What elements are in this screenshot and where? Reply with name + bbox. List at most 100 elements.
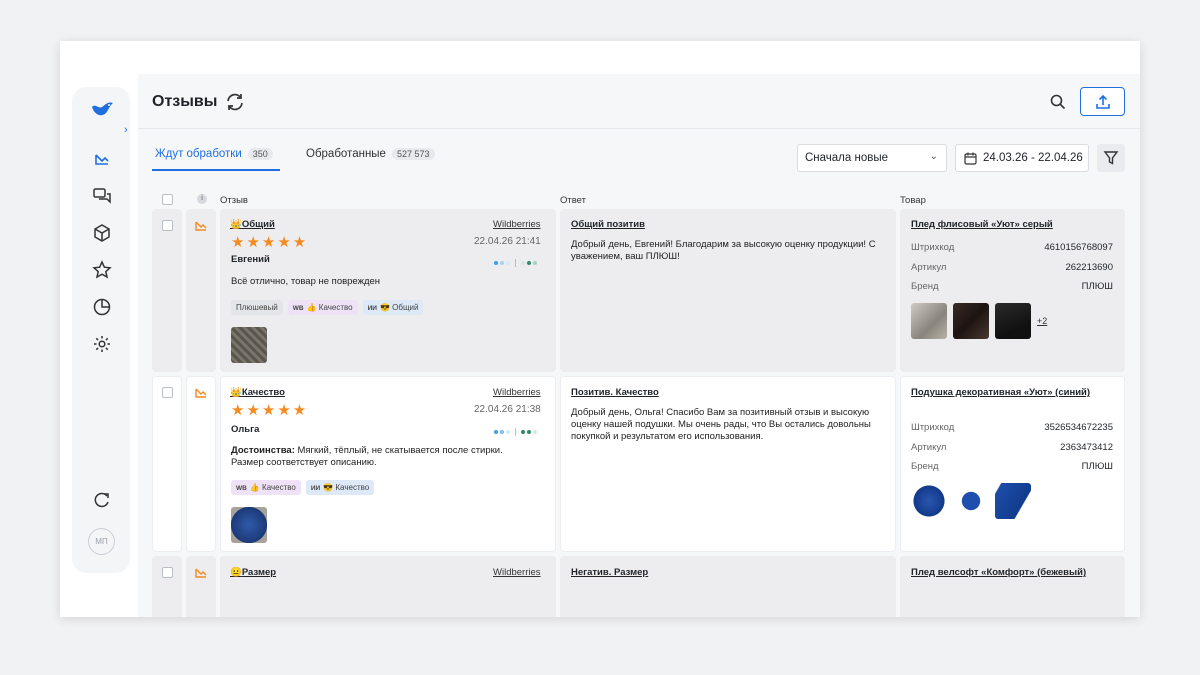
date-range-value: 24.03.26 - 22.04.26 xyxy=(983,152,1083,164)
brand-label: Бренд xyxy=(911,461,939,472)
tab-pending[interactable]: Ждут обработки 350 xyxy=(155,148,273,160)
row-checkbox-cell xyxy=(152,556,182,617)
product-image[interactable] xyxy=(911,303,947,339)
info-icon[interactable]: i xyxy=(197,194,207,204)
crown-icon: 👑 xyxy=(230,219,242,230)
tag[interactable]: WB 👍 Качество xyxy=(287,300,358,315)
row-checkbox-cell xyxy=(152,376,182,552)
review-category-link[interactable]: 👑Общий xyxy=(230,219,275,230)
marketplace-link[interactable]: Wildberries xyxy=(493,567,541,578)
column-header-product[interactable]: Товар xyxy=(900,195,926,206)
answer-title[interactable]: Общий позитив xyxy=(571,219,645,230)
box-icon[interactable] xyxy=(91,222,113,244)
product-image[interactable] xyxy=(911,483,947,519)
status-dots xyxy=(494,428,537,436)
row-status-cell xyxy=(186,209,216,372)
review-date: 22.04.26 21:41 xyxy=(474,236,541,247)
tab-processed-label: Обработанные xyxy=(306,148,386,160)
answer-text[interactable]: Добрый день, Ольга! Спасибо Вам за позит… xyxy=(571,407,889,443)
row-checkbox[interactable] xyxy=(162,220,173,231)
tab-processed-count: 527 573 xyxy=(391,148,435,160)
tag[interactable]: WB 👍 Качество xyxy=(231,480,301,495)
product-image[interactable] xyxy=(953,303,989,339)
active-tab-indicator xyxy=(152,169,280,171)
sync-icon[interactable] xyxy=(91,489,113,511)
search-icon[interactable] xyxy=(1049,93,1067,111)
brand-value: ПЛЮШ xyxy=(1081,461,1113,472)
review-date: 22.04.26 21:38 xyxy=(474,404,541,415)
marketplace-link[interactable]: Wildberries xyxy=(493,387,541,398)
review-category-link[interactable]: 👑Качество xyxy=(230,387,285,398)
crown-icon: 👑 xyxy=(230,387,242,398)
answer-text[interactable]: Добрый день, Евгений! Благодарим за высо… xyxy=(571,239,889,263)
refresh-icon[interactable] xyxy=(224,91,246,113)
review-category-link[interactable]: 😐Размер xyxy=(230,567,276,578)
tag[interactable]: Плюшевый xyxy=(231,300,283,315)
product-title[interactable]: Плед флисовый «Уют» серый xyxy=(911,219,1091,231)
sidebar: › МП xyxy=(72,87,130,573)
tag-label: 👍 Качество xyxy=(306,303,353,312)
article-value: 2363473412 xyxy=(1060,442,1113,453)
filter-icon xyxy=(1103,151,1119,165)
tab-processed[interactable]: Обработанные 527 573 xyxy=(306,148,435,160)
tag-prefix: ИИ xyxy=(310,485,321,492)
tab-pending-label: Ждут обработки xyxy=(155,148,242,160)
crown-icon: 😐 xyxy=(230,567,242,578)
status-dots xyxy=(494,259,537,267)
calendar-icon xyxy=(964,152,977,165)
tag[interactable]: ИИ 😎 Общий xyxy=(362,300,424,315)
avatar[interactable]: МП xyxy=(88,528,115,555)
marketplace-link[interactable]: Wildberries xyxy=(493,219,541,230)
review-category: Качество xyxy=(241,387,285,398)
answer-title[interactable]: Позитив. Качество xyxy=(571,387,659,398)
export-button[interactable] xyxy=(1080,87,1125,116)
row-checkbox[interactable] xyxy=(162,387,173,398)
filter-button[interactable] xyxy=(1097,144,1125,172)
app-window: › МП Отзывы Ждут обработки 350 Обработан… xyxy=(60,41,1140,617)
answer-title[interactable]: Негатив. Размер xyxy=(571,567,648,578)
answer-cell xyxy=(560,209,896,372)
upload-icon xyxy=(1095,94,1110,109)
row-checkbox-cell xyxy=(152,209,182,372)
barcode-value: 3526534672235 xyxy=(1044,422,1113,433)
tag[interactable]: ИИ 😎 Качество xyxy=(305,480,375,495)
product-article: Артикул 2363473412 xyxy=(911,442,1113,453)
pending-status-icon xyxy=(195,568,207,578)
sort-select[interactable]: Сначала новые ⌄ xyxy=(797,144,947,172)
review-tags: Плюшевый WB 👍 Качество ИИ 😎 Общий xyxy=(231,300,424,315)
tag-prefix: WB xyxy=(292,305,304,312)
product-image[interactable] xyxy=(995,303,1031,339)
answer-cell xyxy=(560,376,896,552)
more-images-link[interactable]: +2 xyxy=(1037,316,1047,326)
select-all-checkbox[interactable] xyxy=(162,194,173,205)
review-cell xyxy=(220,556,556,617)
review-photo[interactable] xyxy=(231,507,267,543)
reviews-icon[interactable] xyxy=(91,148,113,170)
product-image[interactable] xyxy=(995,483,1031,519)
product-brand: Бренд ПЛЮШ xyxy=(911,461,1113,472)
review-author: Ольга xyxy=(231,424,260,435)
pending-status-icon xyxy=(195,221,207,231)
column-header-answer[interactable]: Ответ xyxy=(560,195,586,206)
review-photo[interactable] xyxy=(231,327,267,363)
tag-label: 😎 Качество xyxy=(323,483,370,492)
column-header-review[interactable]: Отзыв xyxy=(220,195,248,206)
product-brand: Бренд ПЛЮШ xyxy=(911,281,1113,292)
page-title: Отзывы xyxy=(152,93,218,110)
pie-chart-icon[interactable] xyxy=(91,296,113,318)
chat-icon[interactable] xyxy=(91,185,113,207)
product-barcode: Штрихкод 3526534672235 xyxy=(911,422,1113,433)
star-icon[interactable] xyxy=(91,259,113,281)
article-value: 262213690 xyxy=(1065,262,1113,273)
date-range-picker[interactable]: 24.03.26 - 22.04.26 xyxy=(955,144,1089,172)
product-title[interactable]: Плед велсофт «Комфорт» (бежевый) xyxy=(911,567,1091,579)
tag-prefix: ИИ xyxy=(367,305,377,312)
gear-icon[interactable] xyxy=(91,333,113,355)
logo-icon[interactable] xyxy=(89,95,115,121)
article-label: Артикул xyxy=(911,442,947,453)
product-title[interactable]: Подушка декоративная «Уют» (синий) xyxy=(911,387,1091,399)
brand-label: Бренд xyxy=(911,281,939,292)
product-image[interactable] xyxy=(953,483,989,519)
row-checkbox[interactable] xyxy=(162,567,173,578)
sidebar-expand-chevron-icon[interactable]: › xyxy=(124,124,128,136)
